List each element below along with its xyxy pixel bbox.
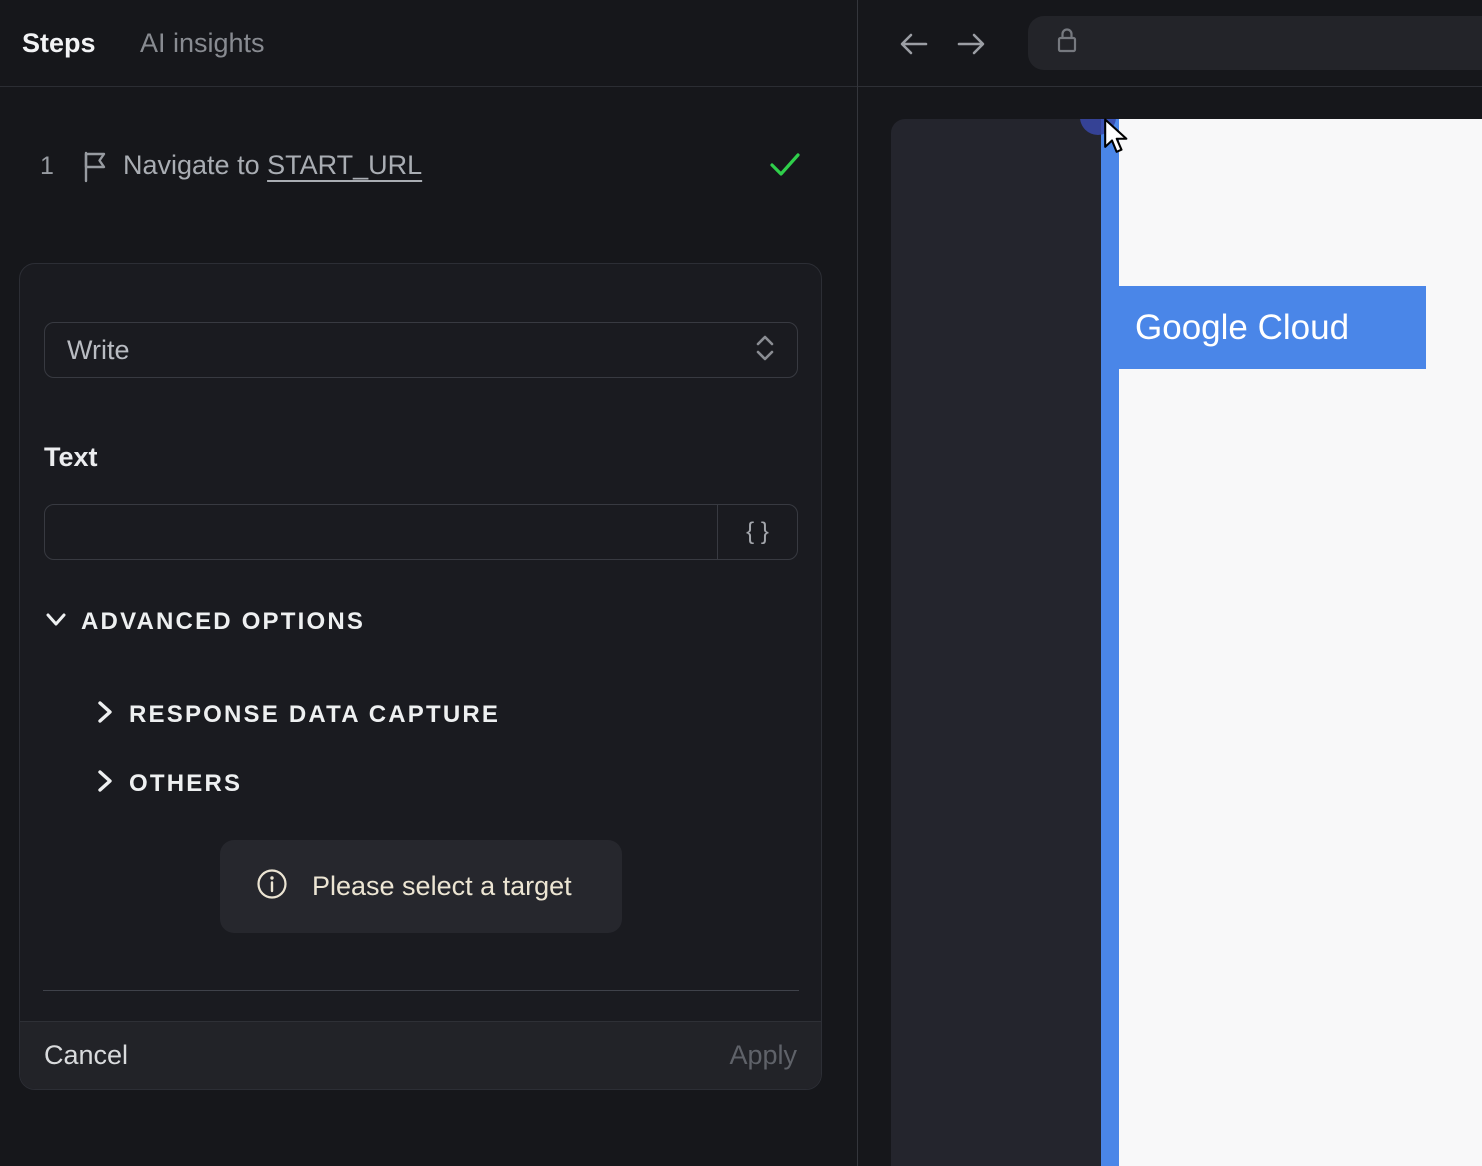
forward-arrow-icon xyxy=(957,33,985,55)
action-select-value: Write xyxy=(67,334,130,365)
cancel-button[interactable]: Cancel xyxy=(44,1040,128,1071)
site-content-area xyxy=(1119,119,1482,1166)
back-button[interactable] xyxy=(896,26,932,62)
chevron-down-icon xyxy=(43,606,69,637)
back-arrow-icon xyxy=(900,33,928,55)
action-select[interactable]: Write xyxy=(44,322,798,378)
insert-variable-button[interactable]: { } xyxy=(717,505,797,559)
apply-button[interactable]: Apply xyxy=(729,1040,797,1071)
automation-builder-window: Steps AI insights 1 Navigate to START_UR… xyxy=(0,0,1482,1166)
step-row[interactable]: 1 Navigate to START_URL xyxy=(0,144,857,190)
response-data-capture-label: RESPONSE DATA CAPTURE xyxy=(129,700,501,728)
steps-panel: Steps AI insights 1 Navigate to START_UR… xyxy=(0,0,857,1166)
lock-icon xyxy=(1054,25,1080,62)
tab-ai-insights[interactable]: AI insights xyxy=(140,0,265,87)
text-field-wrap: { } xyxy=(44,504,798,560)
others-label: OTHERS xyxy=(129,769,243,797)
response-data-capture-toggle[interactable]: RESPONSE DATA CAPTURE xyxy=(91,698,500,731)
text-input[interactable] xyxy=(45,505,717,559)
step-title: Navigate to START_URL xyxy=(123,150,423,180)
flag-icon xyxy=(80,150,110,189)
site-dark-sidebar xyxy=(891,119,1101,1166)
panel-tab-bar: Steps AI insights xyxy=(0,0,857,87)
page-preview: Google Cloud xyxy=(858,119,1482,1166)
start-url-link[interactable]: START_URL xyxy=(267,150,422,180)
chevron-right-icon xyxy=(91,767,117,800)
text-field-label: Text xyxy=(44,442,98,472)
google-cloud-highlight[interactable]: Google Cloud xyxy=(1118,286,1426,369)
browser-toolbar xyxy=(858,0,1482,87)
footer-divider xyxy=(43,990,799,991)
advanced-options-toggle[interactable]: ADVANCED OPTIONS xyxy=(43,606,365,637)
editor-footer: Cancel Apply xyxy=(20,1021,821,1089)
select-target-notice: Please select a target xyxy=(220,840,622,933)
chevron-right-icon xyxy=(91,698,117,731)
chevron-updown-icon xyxy=(753,332,777,369)
forward-button[interactable] xyxy=(953,26,989,62)
url-bar[interactable] xyxy=(1028,16,1482,70)
advanced-options-label: ADVANCED OPTIONS xyxy=(81,607,366,635)
success-check-icon xyxy=(768,150,802,185)
info-icon xyxy=(256,868,288,905)
browser-preview-panel: Google Cloud xyxy=(857,0,1482,1166)
element-highlight-strip xyxy=(1101,119,1119,1166)
step-editor-card: Write Text { } ADVANCED OPTIONS RESPONSE… xyxy=(19,263,822,1090)
notice-text: Please select a target xyxy=(312,871,572,901)
step-number: 1 xyxy=(40,152,54,180)
others-toggle[interactable]: OTHERS xyxy=(91,767,242,800)
tab-steps[interactable]: Steps xyxy=(22,0,96,87)
